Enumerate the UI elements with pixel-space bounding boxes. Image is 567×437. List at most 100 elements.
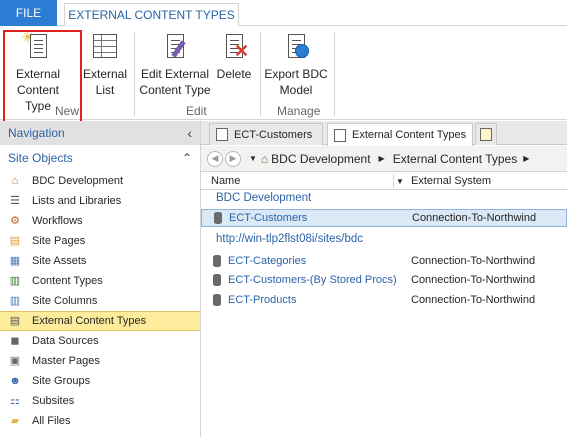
label: Delete <box>216 67 252 81</box>
separator <box>134 32 135 116</box>
site-objects-header[interactable]: Site Objects ⌃ <box>0 145 200 171</box>
row-name: ECT-Categories <box>213 254 307 267</box>
breadcrumb-separator-icon: ▶ <box>523 154 530 163</box>
highlight-box <box>3 30 82 123</box>
column-header-system[interactable]: External System <box>411 175 491 187</box>
document-icon <box>216 128 228 141</box>
column-header-name[interactable]: Name <box>211 175 240 187</box>
edit-ect-button[interactable]: Edit External Content Type <box>138 30 212 98</box>
sidebar-item-label: Workflows <box>32 215 83 227</box>
chevron-up-icon[interactable]: ⌃ <box>182 151 192 165</box>
row-external-system: Connection-To-Northwind <box>411 274 536 286</box>
row-name: ECT-Customers <box>214 212 307 224</box>
ribbon-tab-bar: FILE EXTERNAL CONTENT TYPES <box>0 0 567 27</box>
sidebar-item[interactable]: ▤ External Content Types <box>0 311 200 331</box>
pages-icon: ▤ <box>9 235 21 247</box>
sidebar-item[interactable]: ▰ All Files <box>0 411 200 431</box>
database-icon <box>214 212 222 224</box>
filter-dropdown-icon[interactable]: ▼ <box>396 177 404 186</box>
row-external-system: Connection-To-Northwind <box>411 254 536 267</box>
column-headers: Name ▼ External System <box>201 173 567 190</box>
tab-label: External Content Types <box>352 129 467 141</box>
navigation-pane: Navigation ‹ Site Objects ⌃ ⌂ BDC Develop… <box>0 121 201 437</box>
list-icon: ☰ <box>10 195 20 207</box>
label: List <box>95 83 115 97</box>
database-icon: ◼ <box>10 335 20 347</box>
document-tab-bar: ECT-Customers External Content Types <box>201 121 567 146</box>
tab-file[interactable]: FILE <box>0 0 57 26</box>
home-icon: ⌂ <box>260 151 269 166</box>
tab-label: ECT-Customers <box>234 128 313 141</box>
group-header: BDC Development <box>216 192 312 204</box>
subsites-icon: ⚏ <box>10 395 20 407</box>
label: Export BDC <box>264 67 328 81</box>
navigation-title: Navigation <box>8 126 65 140</box>
breadcrumb-page[interactable]: External Content Types <box>393 152 518 166</box>
doc-tab-ect-customers[interactable]: ECT-Customers <box>209 123 323 145</box>
back-icon[interactable]: ◀ <box>207 150 223 167</box>
sidebar-item[interactable]: ☻ Site Groups <box>0 371 200 391</box>
sidebar-item-label: Site Assets <box>32 255 87 267</box>
group-label-edit: Edit <box>186 104 207 118</box>
row-name-text: ECT-Categories <box>228 254 307 267</box>
forward-icon[interactable]: ▶ <box>225 150 241 167</box>
sidebar-item[interactable]: ▥ Content Types <box>0 271 200 291</box>
group-header: http://win-tlp2flst08i/sites/bdc <box>216 232 364 245</box>
label: Model <box>279 83 313 97</box>
list-grid-icon <box>88 30 122 64</box>
workflow-icon: ⚙ <box>10 215 20 227</box>
breadcrumb-site[interactable]: BDC Development <box>271 152 370 166</box>
sidebar-item[interactable]: ▦ Site Assets <box>0 251 200 271</box>
sidebar-item[interactable]: ⚏ Subsites <box>0 391 200 411</box>
sidebar-item-label: Site Groups <box>32 375 91 387</box>
table-row[interactable]: ECT-Products Connection-To-Northwind <box>201 292 567 310</box>
sidebar-item-label: Lists and Libraries <box>32 195 122 207</box>
export-bdc-model-button[interactable]: Export BDC Model <box>263 30 329 98</box>
sidebar-item[interactable]: ▤ Site Pages <box>0 231 200 251</box>
group-label-manage: Manage <box>277 104 321 118</box>
sidebar-item[interactable]: ◼ Data Sources <box>0 331 200 351</box>
row-external-system: Connection-To-Northwind <box>412 212 537 224</box>
ribbon: ✳ External Content Type External List Ne… <box>0 26 567 120</box>
home-icon: ⌂ <box>11 175 19 187</box>
document-icon <box>334 128 346 142</box>
table-row[interactable]: ECT-Customers-(By Stored Procs) Connectio… <box>201 272 567 290</box>
table-row[interactable]: ECT-Categories Connection-To-Northwind <box>201 253 567 271</box>
column-divider <box>393 174 394 188</box>
tab-external-content-types[interactable]: EXTERNAL CONTENT TYPES <box>64 3 239 27</box>
columns-icon: ▥ <box>9 295 21 307</box>
row-name-text: ECT-Customers <box>229 212 308 224</box>
delete-doc-icon: ✕ <box>217 30 251 64</box>
folder-icon: ▰ <box>10 415 20 427</box>
collapse-icon[interactable]: ‹ <box>187 125 192 141</box>
site-objects-list: ⌂ BDC Development ☰ Lists and Libraries ⚙ Wor… <box>0 171 200 431</box>
breadcrumb-separator-icon: ▶ <box>378 154 385 163</box>
sidebar-item[interactable]: ⚙ Workflows <box>0 211 200 231</box>
separator <box>334 32 335 116</box>
row-name-text: ECT-Customers-(By Stored Procs) <box>228 274 397 286</box>
sidebar-item-label: Subsites <box>32 395 75 407</box>
sidebar-item-label: Master Pages <box>32 355 100 367</box>
sidebar-item-label: BDC Development <box>32 175 124 187</box>
delete-button[interactable]: ✕ Delete <box>214 30 254 82</box>
label: Edit External <box>140 67 210 81</box>
database-icon <box>213 293 221 306</box>
doc-tab-external-content-types[interactable]: External Content Types <box>327 123 473 146</box>
sidebar-item[interactable]: ▥ Site Columns <box>0 291 200 311</box>
sidebar-item[interactable]: ▣ Master Pages <box>0 351 200 371</box>
sidebar-item-label: Site Columns <box>32 295 98 307</box>
label: External <box>82 67 128 81</box>
new-tab-button[interactable] <box>475 123 497 145</box>
table-row[interactable]: ECT-Customers Connection-To-Northwind <box>201 209 567 227</box>
master-pages-icon: ▣ <box>9 355 21 367</box>
sidebar-item[interactable]: ⌂ BDC Development <box>0 171 200 191</box>
dropdown-icon[interactable]: ▼ <box>249 154 257 163</box>
new-tab-icon <box>480 128 492 141</box>
sidebar-item-label: Data Sources <box>32 335 99 347</box>
edit-doc-icon <box>158 30 192 64</box>
row-name: ECT-Customers-(By Stored Procs) <box>213 274 397 286</box>
site-objects-title: Site Objects <box>8 151 73 165</box>
sidebar-item[interactable]: ☰ Lists and Libraries <box>0 191 200 211</box>
content-types-icon: ▥ <box>9 275 21 287</box>
external-list-button[interactable]: External List <box>82 30 128 98</box>
